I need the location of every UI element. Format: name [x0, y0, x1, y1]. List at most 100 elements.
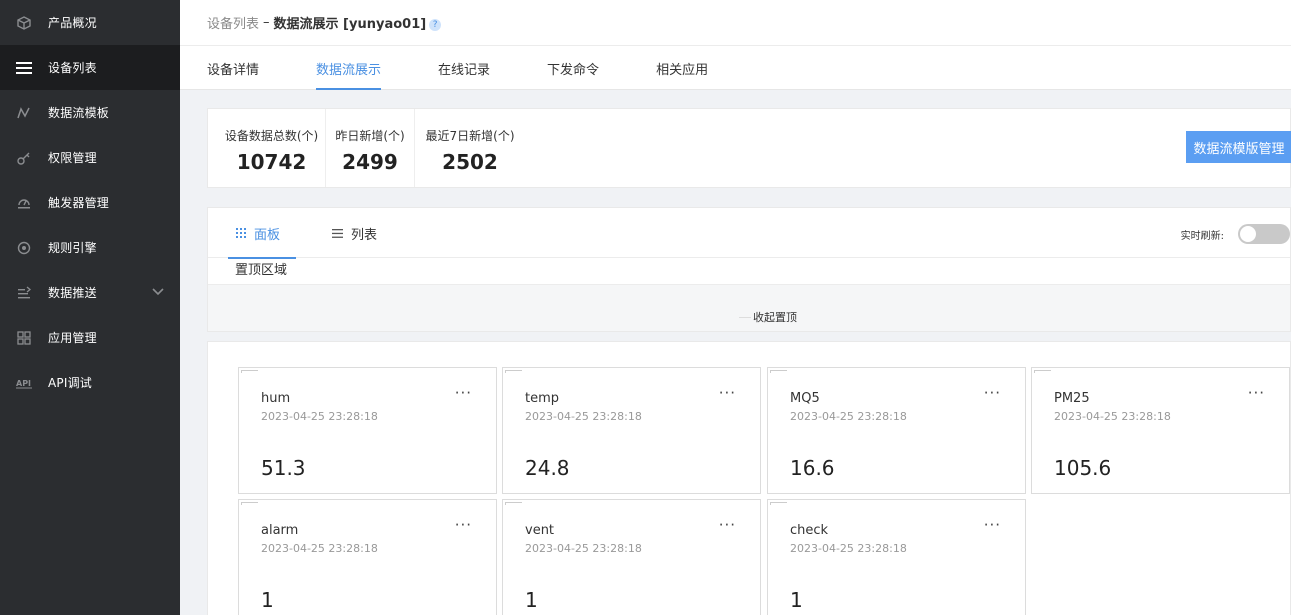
stats-panel: 设备数据总数(个) 10742 昨日新增(个) 2499 最近7日新增(个) 2…: [207, 108, 1291, 188]
grid-dots-icon: [236, 228, 246, 238]
card-value: 24.8: [525, 456, 570, 480]
stat-last-7-days: 最近7日新增(个) 2502: [415, 109, 525, 187]
sidebar-item-api-debug[interactable]: API API调试: [0, 360, 180, 405]
card-value: 1: [790, 588, 803, 612]
chart-line-icon: [16, 105, 32, 121]
datastream-card-pm25[interactable]: PM25 2023-04-25 23:28:18 105.6 ···: [1031, 367, 1290, 494]
breadcrumb-parent[interactable]: 设备列表: [207, 13, 259, 32]
datastream-cards: hum 2023-04-25 23:28:18 51.3 ··· temp 20…: [207, 341, 1291, 615]
datastream-card-temp[interactable]: temp 2023-04-25 23:28:18 24.8 ···: [502, 367, 761, 494]
stat-label: 昨日新增(个): [335, 129, 405, 143]
stat-value: 2499: [342, 150, 398, 174]
datastream-template-manage-button[interactable]: 数据流模版管理: [1186, 131, 1291, 163]
card-time: 2023-04-25 23:28:18: [525, 542, 642, 555]
sidebar-item-label: 应用管理: [48, 331, 97, 345]
card-value: 1: [525, 588, 538, 612]
sidebar-item-datastream-template[interactable]: 数据流模板: [0, 90, 180, 135]
card-time: 2023-04-25 23:28:18: [261, 410, 378, 423]
more-icon[interactable]: ···: [455, 384, 472, 402]
sidebar: 产品概况 设备列表 数据流模板 权限管理 触发器管理 规则引擎 数据推送 应用管…: [0, 0, 180, 615]
card-name: vent: [525, 523, 555, 538]
realtime-refresh-toggle[interactable]: [1238, 224, 1290, 244]
pin-area: 收起置顶: [208, 285, 1290, 331]
sidebar-item-label: 数据流模板: [48, 106, 110, 120]
datastream-card-mq5[interactable]: MQ5 2023-04-25 23:28:18 16.6 ···: [767, 367, 1026, 494]
datastream-card-alarm[interactable]: alarm 2023-04-25 23:28:18 1 ···: [238, 499, 497, 615]
card-name: hum: [261, 391, 291, 406]
tab-label: 列表: [351, 227, 378, 243]
help-icon[interactable]: ?: [429, 18, 442, 31]
sidebar-item-app-management[interactable]: 应用管理: [0, 315, 180, 360]
main-content: 设备列表 – 数据流展示 [yunyao01] ? 设备详情 数据流展示 在线记…: [180, 0, 1291, 615]
more-icon[interactable]: ···: [455, 516, 472, 534]
card-name: PM25: [1054, 391, 1090, 406]
tab-list-view[interactable]: 列表: [332, 208, 377, 258]
sidebar-item-data-push[interactable]: 数据推送: [0, 270, 180, 315]
card-name: check: [790, 523, 829, 538]
datastream-card-hum[interactable]: hum 2023-04-25 23:28:18 51.3 ···: [238, 367, 497, 494]
more-icon[interactable]: ···: [984, 516, 1001, 534]
key-icon: [16, 150, 32, 166]
stat-value: 10742: [236, 150, 307, 174]
datastream-card-vent[interactable]: vent 2023-04-25 23:28:18 1 ···: [502, 499, 761, 615]
chevron-down-icon[interactable]: [152, 285, 164, 299]
tab-send-command[interactable]: 下发命令: [547, 46, 599, 90]
tab-online-records[interactable]: 在线记录: [438, 46, 490, 90]
tab-datastream-display[interactable]: 数据流展示: [316, 46, 382, 90]
more-icon[interactable]: ···: [1248, 384, 1265, 402]
sidebar-item-permission[interactable]: 权限管理: [0, 135, 180, 180]
sidebar-item-rule-engine[interactable]: 规则引擎: [0, 225, 180, 270]
sidebar-item-product-overview[interactable]: 产品概况: [0, 0, 180, 45]
card-value: 16.6: [790, 456, 835, 480]
tab-related-apps[interactable]: 相关应用: [656, 46, 708, 90]
refresh-label: 实时刷新:: [1180, 230, 1224, 242]
sidebar-item-device-list[interactable]: 设备列表: [0, 45, 180, 90]
stat-yesterday: 昨日新增(个) 2499: [326, 109, 414, 187]
sidebar-item-trigger[interactable]: 触发器管理: [0, 180, 180, 225]
card-value: 51.3: [261, 456, 306, 480]
api-icon: API: [16, 375, 32, 391]
sidebar-item-label: 规则引擎: [48, 241, 97, 255]
more-icon[interactable]: ···: [719, 384, 736, 402]
grid-icon: [16, 330, 32, 346]
sidebar-item-label: 数据推送: [48, 286, 97, 300]
sidebar-item-label: 触发器管理: [48, 196, 110, 210]
datastream-card-check[interactable]: check 2023-04-25 23:28:18 1 ···: [767, 499, 1026, 615]
sidebar-item-label: 权限管理: [48, 151, 97, 165]
sidebar-item-label: 产品概况: [48, 16, 97, 30]
card-name: MQ5: [790, 391, 820, 406]
target-icon: [16, 240, 32, 256]
card-value: 105.6: [1054, 456, 1112, 480]
card-time: 2023-04-25 23:28:18: [790, 542, 907, 555]
more-icon[interactable]: ···: [719, 516, 736, 534]
device-tabs: 设备详情 数据流展示 在线记录 下发命令 相关应用: [180, 45, 1291, 90]
sidebar-item-label: API调试: [48, 376, 92, 390]
list-lines-icon: [332, 228, 343, 238]
list-icon: [16, 60, 32, 76]
breadcrumb: 设备列表 – 数据流展示 [yunyao01] ?: [180, 0, 1291, 45]
pin-area-label: 置顶区域: [208, 258, 1290, 285]
stat-total: 设备数据总数(个) 10742: [218, 109, 325, 187]
stat-value: 2502: [442, 150, 498, 174]
breadcrumb-separator: –: [263, 15, 270, 30]
push-icon: [16, 285, 32, 301]
card-time: 2023-04-25 23:28:18: [1054, 410, 1171, 423]
more-icon[interactable]: ···: [984, 384, 1001, 402]
view-tabs: 面板 列表 实时刷新:: [208, 208, 1290, 259]
tab-label: 面板: [254, 227, 281, 243]
tab-device-detail[interactable]: 设备详情: [207, 46, 259, 90]
card-time: 2023-04-25 23:28:18: [525, 410, 642, 423]
sidebar-item-label: 设备列表: [48, 61, 97, 75]
view-panel: 面板 列表 实时刷新: 置顶区域 收起置顶: [207, 207, 1291, 332]
collapse-pin-link[interactable]: 收起置顶: [739, 309, 797, 325]
toggle-knob: [1240, 226, 1256, 242]
card-name: alarm: [261, 523, 299, 538]
tab-panel-view[interactable]: 面板: [227, 208, 297, 259]
stat-label: 最近7日新增(个): [425, 129, 515, 143]
cube-icon: [16, 15, 32, 31]
svg-text:API: API: [16, 379, 31, 388]
gauge-icon: [16, 195, 32, 211]
card-name: temp: [525, 391, 560, 406]
card-time: 2023-04-25 23:28:18: [790, 410, 907, 423]
card-value: 1: [261, 588, 274, 612]
